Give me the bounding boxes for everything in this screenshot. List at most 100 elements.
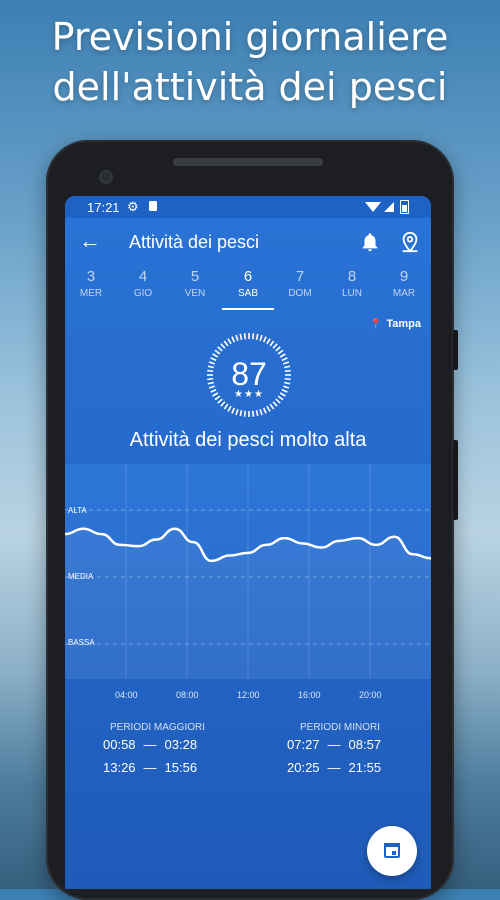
location-pin-icon: 📍 xyxy=(369,319,383,330)
battery-icon xyxy=(400,200,409,214)
gauge-tick xyxy=(262,407,267,414)
day-label: GIO xyxy=(133,288,153,299)
tab-day-5[interactable]: 5 VEN xyxy=(169,268,221,299)
y-label-low: BASSA xyxy=(68,638,95,647)
gauge-tick xyxy=(231,407,236,414)
front-camera-icon xyxy=(101,172,111,182)
major-period-row: 13:26 — 15:56 xyxy=(103,760,197,775)
chart-plot xyxy=(65,464,431,679)
period-end: 15:56 xyxy=(164,760,198,775)
gauge-tick xyxy=(220,343,226,349)
tab-day-7[interactable]: 7 DOM xyxy=(274,268,326,299)
minor-periods-title: PERIODI MINORI xyxy=(300,722,381,733)
location-pin-icon[interactable] xyxy=(399,230,421,254)
speaker-grille xyxy=(173,158,323,166)
power-button xyxy=(453,440,458,520)
gauge-tick xyxy=(214,349,221,355)
gauge-tick xyxy=(269,403,275,410)
minor-period-row: 07:27 — 08:57 xyxy=(287,737,381,752)
day-label: MER xyxy=(79,288,103,299)
gauge-tick xyxy=(235,334,239,342)
gauge-tick xyxy=(255,410,259,417)
wifi-icon xyxy=(365,202,381,212)
location-label[interactable]: 📍 Tampa xyxy=(370,318,421,330)
gauge-tick xyxy=(235,408,239,416)
gauge-tick xyxy=(259,334,263,342)
activity-score: 87 xyxy=(231,356,267,392)
gauge-tick xyxy=(251,333,255,340)
period-end: 08:57 xyxy=(348,737,382,752)
major-periods-title: PERIODI MAGGIORI xyxy=(110,722,206,733)
tab-day-4[interactable]: 4 GIO xyxy=(117,268,169,299)
period-end: 03:28 xyxy=(164,737,198,752)
gauge-tick xyxy=(227,405,232,412)
gauge-tick xyxy=(266,405,271,412)
day-label: MAR xyxy=(392,288,416,299)
day-number: 3 xyxy=(86,268,96,285)
x-label: 12:00 xyxy=(237,690,260,700)
gauge-tick xyxy=(251,410,255,417)
app-toolbar: ← Attività dei pesci xyxy=(65,218,431,268)
gauge-tick xyxy=(272,343,278,349)
x-label: 08:00 xyxy=(176,690,199,700)
status-time: 17:21 xyxy=(87,200,120,215)
selected-tab-indicator xyxy=(222,308,274,310)
gauge-tick xyxy=(259,408,263,416)
period-start: 07:27 xyxy=(287,737,320,752)
gauge-tick xyxy=(255,333,259,340)
day-number: 5 xyxy=(190,268,200,285)
arrow-left-icon[interactable]: ← xyxy=(79,228,101,254)
app-screen: 17:21 ⚙ ← Attività dei pesci 3 MER 4 GIO 5… xyxy=(65,196,431,889)
headline-line-2: dell'attività dei pesci xyxy=(52,65,448,109)
major-period-row: 00:58 — 03:28 xyxy=(103,737,197,752)
gauge-tick xyxy=(272,401,278,407)
period-start: 00:58 xyxy=(103,737,136,752)
gauge-tick xyxy=(223,340,229,347)
period-dash: — xyxy=(143,760,157,775)
day-number: 7 xyxy=(295,268,305,285)
location-name: Tampa xyxy=(386,318,421,330)
minor-period-row: 20:25 — 21:55 xyxy=(287,760,381,775)
day-label: SAB xyxy=(237,288,258,299)
status-bar: 17:21 ⚙ xyxy=(65,196,431,218)
gauge-tick xyxy=(277,349,284,355)
gauge-tick xyxy=(243,333,247,340)
day-label: VEN xyxy=(184,288,206,299)
tab-day-9[interactable]: 9 MAR xyxy=(378,268,430,299)
day-tabs: 3 MER 4 GIO 5 VEN 6 SAB 7 DOM 8 LUN 9 MAR xyxy=(65,268,431,310)
gauge-tick xyxy=(220,401,226,407)
headline-line-1: Previsioni giornaliere xyxy=(51,15,449,59)
signal-icon xyxy=(384,202,394,212)
calendar-icon xyxy=(384,843,400,858)
x-label: 16:00 xyxy=(298,690,321,700)
bell-icon[interactable] xyxy=(359,231,381,253)
period-start: 20:25 xyxy=(287,760,320,775)
x-label: 04:00 xyxy=(115,690,138,700)
gauge-tick xyxy=(239,333,243,340)
rating-stars: ★★★ xyxy=(234,389,264,400)
activity-chart: ALTA MEDIA BASSA 04:00 08:00 12:00 16:00… xyxy=(65,464,431,714)
day-number: 9 xyxy=(399,268,409,285)
period-dash: — xyxy=(143,737,157,752)
gauge-tick xyxy=(243,410,247,417)
gauge-tick xyxy=(275,346,281,352)
day-number: 6 xyxy=(243,268,253,285)
gauge-tick xyxy=(231,336,236,343)
tab-day-6[interactable]: 6 SAB xyxy=(222,268,274,299)
headline: Previsioni giornaliere dell'attività dei… xyxy=(0,12,500,112)
gear-icon: ⚙ xyxy=(127,199,139,214)
gauge-tick xyxy=(217,346,223,352)
tab-day-3[interactable]: 3 MER xyxy=(65,268,117,299)
calendar-button[interactable] xyxy=(367,826,417,876)
gauge-tick xyxy=(262,336,267,343)
gauge-tick xyxy=(266,338,271,345)
day-label: LUN xyxy=(341,288,362,299)
period-dash: — xyxy=(327,737,341,752)
y-label-high: ALTA xyxy=(68,506,87,515)
gauge-tick xyxy=(227,338,232,345)
tab-day-8[interactable]: 8 LUN xyxy=(326,268,378,299)
day-number: 4 xyxy=(138,268,148,285)
day-number: 8 xyxy=(347,268,357,285)
gauge-tick xyxy=(223,403,229,410)
activity-description: Attività dei pesci molto alta xyxy=(129,429,367,451)
